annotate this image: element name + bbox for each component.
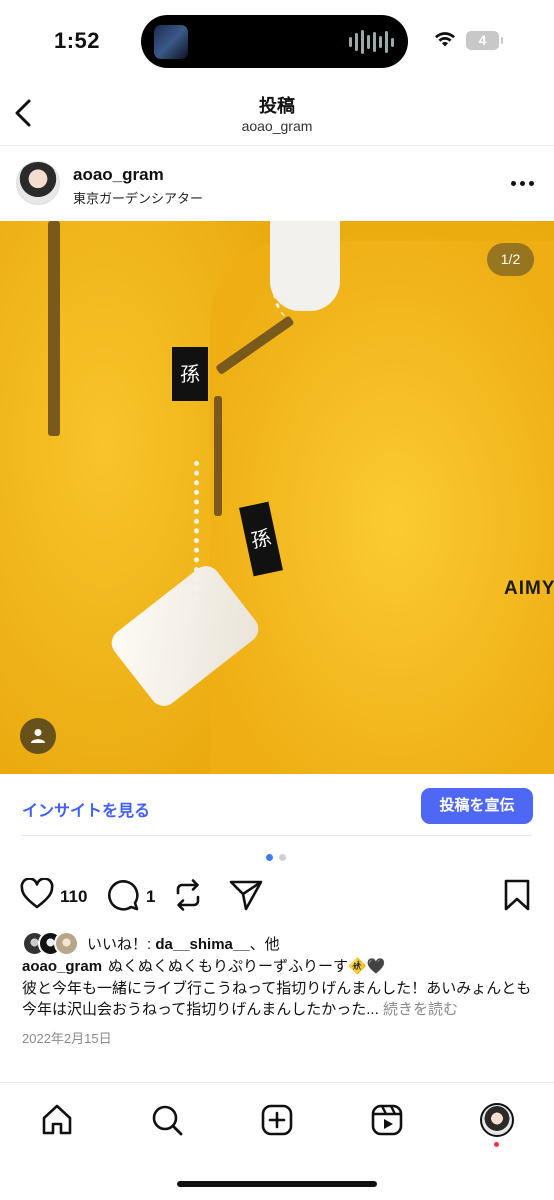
comment-count[interactable]: 1	[146, 887, 155, 907]
now-playing-artwork	[154, 25, 188, 59]
notification-dot	[494, 1142, 499, 1147]
tagged-people-icon[interactable]	[20, 718, 56, 754]
bookmark-icon[interactable]	[502, 878, 532, 912]
promote-button[interactable]: 投稿を宣伝	[421, 788, 533, 824]
page-title: 投稿	[259, 96, 295, 116]
read-more-link[interactable]: 続きを読む	[383, 1001, 458, 1018]
post-date: 2022年2月15日	[22, 1031, 112, 1046]
dynamic-island[interactable]	[141, 15, 408, 68]
avatar	[480, 1103, 514, 1137]
status-time: 1:52	[54, 28, 101, 53]
liker-avatar	[54, 930, 79, 956]
bottom-nav	[0, 1082, 554, 1200]
post-location[interactable]: 東京ガーデンシアター	[73, 188, 203, 207]
chest-patch: 孫	[172, 347, 208, 401]
liked-by-text: いいね！: da__shima__、他	[87, 933, 280, 954]
liked-by-suffix: 、他	[249, 935, 280, 953]
person-icon	[31, 729, 45, 743]
share-icon[interactable]	[228, 878, 264, 912]
caption-emoji: 🚸🖤	[348, 958, 386, 975]
home-icon[interactable]	[37, 1100, 77, 1140]
image-counter: 1/2	[487, 243, 534, 276]
caption-username[interactable]: aoao_gram	[22, 958, 102, 975]
status-bar: 1:52 4	[0, 0, 554, 84]
post-image[interactable]: 孫 孫 AIMY 1/2	[0, 221, 554, 774]
zipper	[48, 221, 60, 436]
reels-icon[interactable]	[367, 1100, 407, 1140]
page-header: 投稿 aoao_gram	[0, 84, 554, 146]
audio-wave-icon	[349, 29, 394, 55]
liked-by-prefix: いいね！:	[87, 935, 156, 953]
search-icon[interactable]	[147, 1100, 187, 1140]
page-subtitle: aoao_gram	[241, 118, 313, 134]
divider	[22, 835, 532, 836]
carousel-indicator	[266, 854, 286, 861]
more-options-icon[interactable]	[511, 181, 534, 186]
zipper	[214, 396, 222, 516]
carousel-dot-active	[266, 854, 273, 861]
avatar[interactable]	[16, 161, 60, 205]
home-indicator[interactable]	[177, 1181, 377, 1187]
post-username[interactable]: aoao_gram	[73, 165, 164, 185]
liked-by-user[interactable]: da__shima__	[155, 936, 249, 953]
wifi-icon	[435, 32, 455, 47]
caption-line1: ぬくぬくぬくもりぷりーずふりーす	[108, 958, 349, 975]
create-icon[interactable]	[257, 1100, 297, 1140]
sleeve-logo: AIMY	[504, 578, 554, 599]
post-caption: aoao_gram ぬくぬくぬくもりぷりーずふりーす🚸🖤 彼と今年も一緒にライブ行…	[22, 956, 534, 1021]
view-insights-link[interactable]: インサイトを見る	[22, 797, 150, 821]
liked-by-row[interactable]: いいね！: da__shima__、他	[22, 929, 280, 957]
heart-icon[interactable]	[20, 878, 54, 910]
comment-icon[interactable]	[106, 878, 140, 912]
repost-icon[interactable]	[172, 878, 204, 912]
insight-row: インサイトを見る 投稿を宣伝	[0, 775, 554, 837]
profile-avatar[interactable]	[477, 1100, 517, 1140]
battery-icon: 4	[466, 31, 503, 50]
action-bar: 110 1	[0, 876, 554, 916]
post-owner-row: aoao_gram 東京ガーデンシアター	[0, 147, 554, 220]
carousel-dot	[279, 854, 286, 861]
like-count[interactable]: 110	[60, 887, 87, 907]
